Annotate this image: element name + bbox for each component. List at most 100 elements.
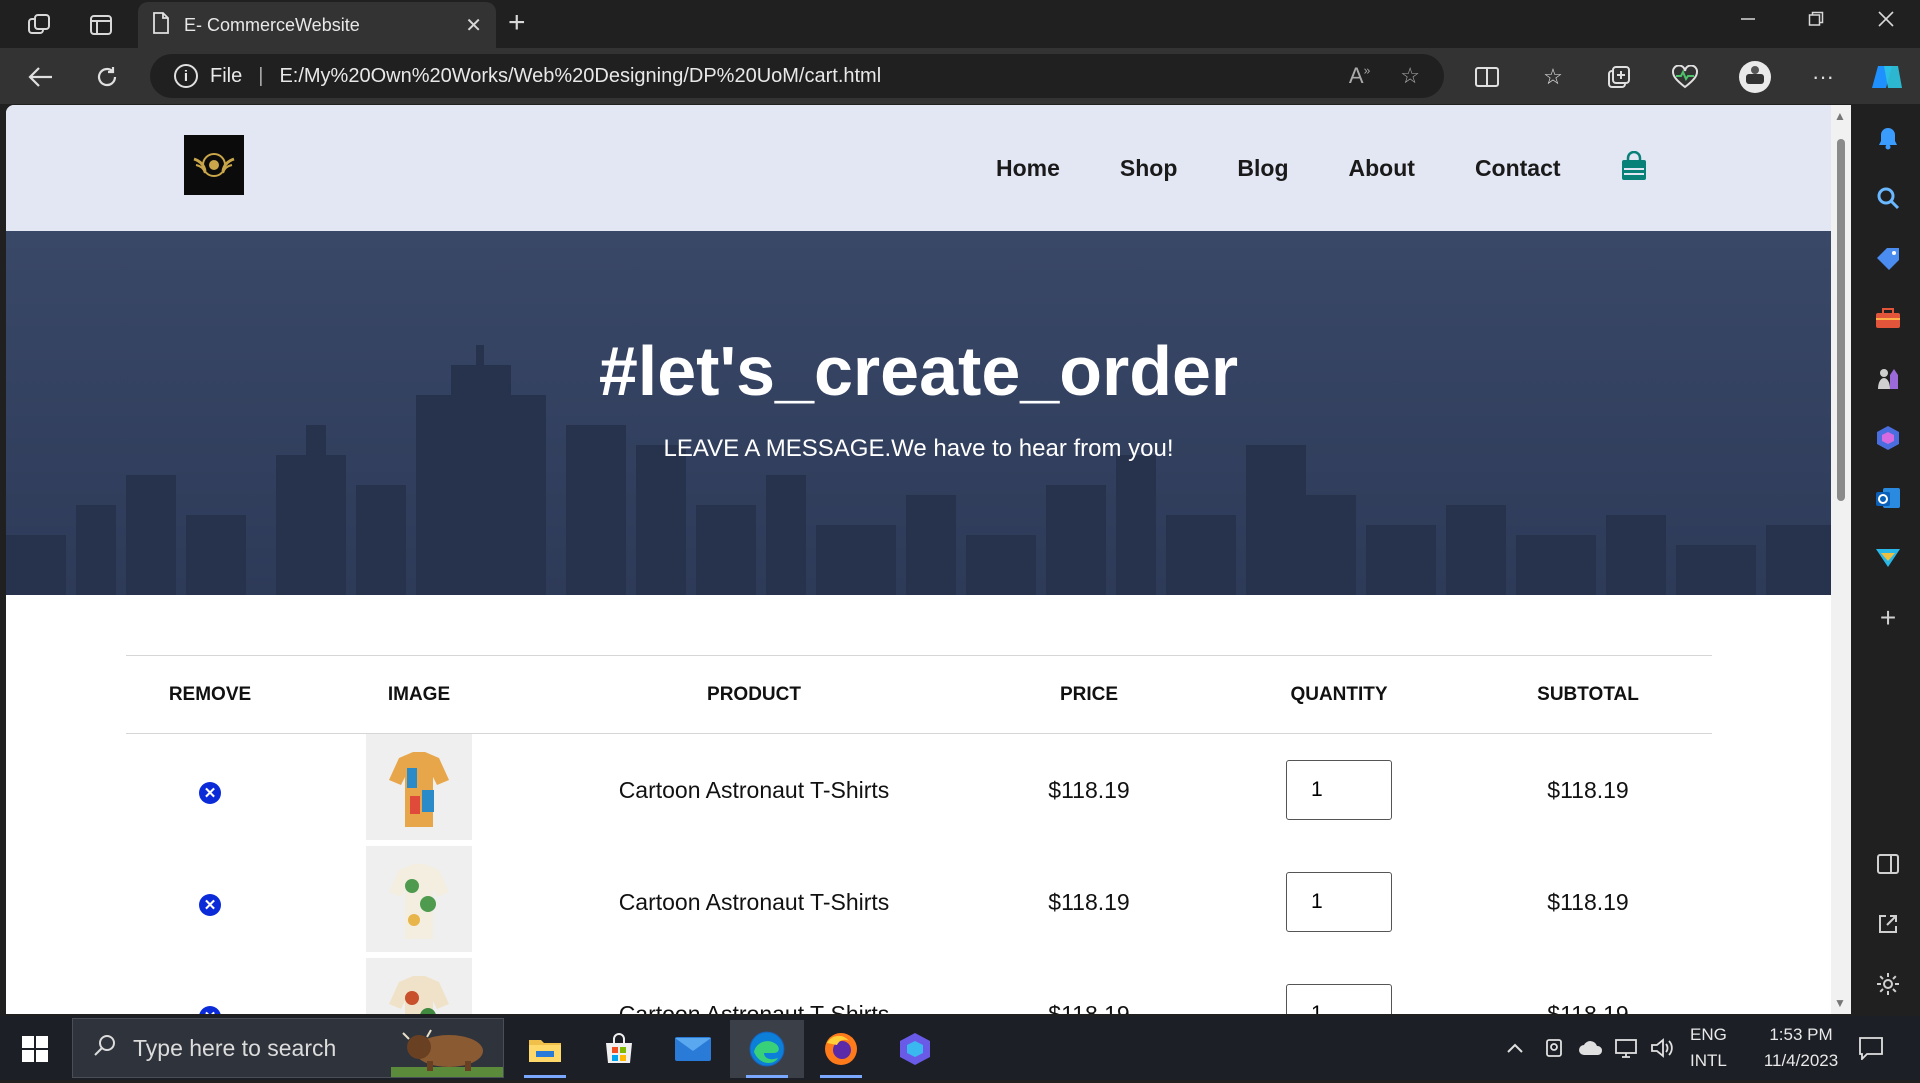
workspaces-icon[interactable] bbox=[24, 10, 54, 40]
nav-shop[interactable]: Shop bbox=[1120, 155, 1178, 182]
shopping-bag-icon[interactable] bbox=[1621, 150, 1647, 186]
table-row: ✕ Cartoon Astronaut T-Shirts $118.19 $11… bbox=[126, 734, 1712, 847]
quantity-input[interactable] bbox=[1286, 984, 1392, 1014]
notification-bell-icon[interactable] bbox=[1874, 124, 1902, 152]
favorite-star-icon[interactable]: ☆ bbox=[1400, 63, 1420, 89]
cart-table: REMOVE IMAGE PRODUCT PRICE QUANTITY SUBT… bbox=[126, 655, 1712, 1014]
nav-about[interactable]: About bbox=[1349, 155, 1415, 182]
windows-taskbar: Type here to search ENG INTL 1:53 PM 11/… bbox=[0, 1016, 1920, 1080]
hide-sidebar-icon[interactable] bbox=[1874, 850, 1902, 878]
language-code: ENG bbox=[1690, 1025, 1727, 1044]
tab-close-icon[interactable]: ✕ bbox=[465, 13, 482, 38]
product-subtotal: $118.19 bbox=[1547, 776, 1629, 803]
firefox-icon[interactable] bbox=[804, 1020, 878, 1078]
nav-home[interactable]: Home bbox=[996, 155, 1060, 182]
address-toolbar: i File | E:/My%20Own%20Works/Web%20Desig… bbox=[0, 48, 1920, 104]
read-aloud-icon[interactable]: A» bbox=[1349, 63, 1370, 89]
minimize-icon[interactable] bbox=[1728, 10, 1768, 33]
cart-header-row: REMOVE IMAGE PRODUCT PRICE QUANTITY SUBT… bbox=[126, 655, 1712, 734]
quantity-input[interactable] bbox=[1286, 872, 1392, 932]
active-tab[interactable]: E- CommerceWebsite ✕ bbox=[138, 2, 496, 48]
microsoft-365-icon[interactable] bbox=[1874, 424, 1902, 452]
scroll-down-icon[interactable]: ▼ bbox=[1834, 996, 1846, 1010]
copilot-icon[interactable] bbox=[1870, 60, 1904, 94]
tab-title: E- CommerceWebsite bbox=[184, 14, 360, 35]
open-external-icon[interactable] bbox=[1874, 910, 1902, 938]
add-sidebar-app-icon[interactable]: + bbox=[1874, 602, 1902, 633]
nav-contact[interactable]: Contact bbox=[1475, 155, 1561, 182]
scrollbar-thumb[interactable] bbox=[1837, 139, 1845, 501]
file-scheme-label: File bbox=[210, 64, 243, 87]
system-clock[interactable]: 1:53 PM 11/4/2023 bbox=[1746, 1016, 1856, 1080]
edge-taskbar-icon[interactable] bbox=[730, 1020, 804, 1078]
meet-now-icon[interactable] bbox=[1544, 1016, 1566, 1080]
shopping-tag-icon[interactable] bbox=[1874, 244, 1902, 272]
browser-tab-bar: E- CommerceWebsite ✕ + bbox=[0, 0, 1920, 48]
site-logo[interactable] bbox=[184, 135, 244, 195]
header-price: PRICE bbox=[964, 655, 1214, 734]
header-quantity: QUANTITY bbox=[1214, 655, 1464, 734]
browser-essentials-icon[interactable] bbox=[1668, 60, 1702, 94]
restore-icon[interactable] bbox=[1796, 10, 1836, 33]
remove-item-icon[interactable]: ✕ bbox=[199, 1005, 221, 1014]
windows-start-icon[interactable] bbox=[22, 1036, 48, 1062]
product-price: $118.19 bbox=[1048, 1000, 1130, 1015]
games-chess-icon[interactable] bbox=[1874, 364, 1902, 392]
profile-avatar[interactable] bbox=[1738, 60, 1772, 94]
window-close-icon[interactable] bbox=[1866, 10, 1906, 33]
running-indicator bbox=[524, 1075, 566, 1078]
scroll-up-icon[interactable]: ▲ bbox=[1834, 109, 1846, 123]
header-subtotal: SUBTOTAL bbox=[1464, 655, 1712, 734]
show-hidden-icons-chevron-icon[interactable] bbox=[1506, 1016, 1524, 1080]
sidebar-settings-gear-icon[interactable] bbox=[1874, 970, 1902, 998]
clock-time: 1:53 PM bbox=[1769, 1025, 1833, 1044]
split-screen-icon[interactable] bbox=[1470, 60, 1504, 94]
address-bar[interactable]: i File | E:/My%20Own%20Works/Web%20Desig… bbox=[150, 54, 1444, 98]
header-remove: REMOVE bbox=[126, 655, 294, 734]
volume-speaker-icon[interactable] bbox=[1650, 1016, 1674, 1080]
outlook-icon[interactable] bbox=[1874, 484, 1902, 512]
search-highlight-bison-icon bbox=[391, 1023, 503, 1083]
back-arrow-icon[interactable] bbox=[24, 60, 58, 94]
page-scrollbar[interactable]: ▲ ▼ bbox=[1831, 105, 1851, 1014]
product-thumbnail bbox=[366, 734, 472, 840]
collections-icon[interactable] bbox=[1602, 60, 1636, 94]
notification-center-icon[interactable] bbox=[1858, 1016, 1884, 1080]
table-row: ✕ Cartoon Astronaut T-Shirts $118.19 $11… bbox=[126, 846, 1712, 958]
nav-blog[interactable]: Blog bbox=[1237, 155, 1288, 182]
header-image: IMAGE bbox=[294, 655, 544, 734]
microsoft-store-icon[interactable] bbox=[582, 1020, 656, 1078]
taskbar-search-box[interactable]: Type here to search bbox=[72, 1018, 504, 1078]
vertical-tabs-icon[interactable] bbox=[86, 10, 116, 40]
network-icon[interactable] bbox=[1614, 1016, 1640, 1080]
search-magnifier-icon bbox=[93, 1033, 117, 1064]
product-price: $118.19 bbox=[1048, 888, 1130, 915]
copilot-taskbar-icon[interactable] bbox=[878, 1020, 952, 1078]
remove-item-icon[interactable]: ✕ bbox=[199, 893, 221, 916]
url-text[interactable]: E:/My%20Own%20Works/Web%20Designing/DP%2… bbox=[279, 65, 1318, 88]
file-explorer-icon[interactable] bbox=[508, 1020, 582, 1078]
running-indicator bbox=[746, 1075, 788, 1078]
more-options-icon[interactable]: ··· bbox=[1806, 60, 1840, 94]
onedrive-cloud-icon[interactable] bbox=[1578, 1016, 1604, 1080]
quantity-input[interactable] bbox=[1286, 760, 1392, 820]
new-tab-button[interactable]: + bbox=[508, 8, 526, 38]
clock-date: 11/4/2023 bbox=[1763, 1051, 1839, 1070]
tools-briefcase-icon[interactable] bbox=[1874, 304, 1902, 332]
search-icon[interactable] bbox=[1874, 184, 1902, 212]
hero-title: #let's_create_order bbox=[598, 332, 1239, 410]
input-language-indicator[interactable]: ENG INTL bbox=[1690, 1016, 1727, 1080]
product-price: $118.19 bbox=[1048, 776, 1130, 803]
keyboard-layout: INTL bbox=[1690, 1051, 1727, 1070]
site-info-icon[interactable]: i bbox=[174, 64, 198, 88]
refresh-icon[interactable] bbox=[90, 60, 124, 94]
favorites-icon[interactable]: ☆ bbox=[1536, 60, 1570, 94]
remove-item-icon[interactable]: ✕ bbox=[199, 781, 221, 804]
page-viewport: Home Shop Blog About Contact #let's_crea… bbox=[6, 105, 1831, 1014]
site-header: Home Shop Blog About Contact bbox=[6, 105, 1831, 231]
drop-send-icon[interactable] bbox=[1874, 544, 1902, 572]
hero-banner: #let's_create_order LEAVE A MESSAGE.We h… bbox=[6, 231, 1831, 595]
hero-subtitle: LEAVE A MESSAGE.We have to hear from you… bbox=[663, 435, 1174, 462]
table-row: ✕ Cartoon Astronaut T-Shirts $118.19 $11… bbox=[126, 958, 1712, 1014]
mail-icon[interactable] bbox=[656, 1020, 730, 1078]
